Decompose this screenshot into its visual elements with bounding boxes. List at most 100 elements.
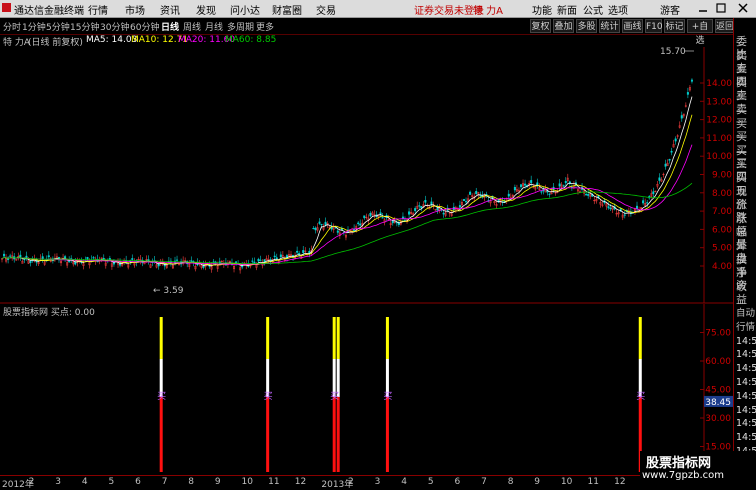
- draw-line-button[interactable]: 画线: [622, 19, 643, 33]
- date-label: 10: [241, 477, 253, 487]
- candle-body: [296, 250, 299, 253]
- indicator-tick-label: 75.00: [705, 329, 731, 339]
- menu-caifuquan[interactable]: 财富圈: [272, 2, 302, 17]
- date-label: 12: [614, 477, 626, 487]
- candle-body: [302, 250, 305, 253]
- candle-body: [68, 260, 71, 263]
- candle-body: [275, 257, 278, 260]
- candle-body: [585, 193, 588, 196]
- candle-body: [609, 207, 612, 210]
- candle-body: [257, 258, 260, 262]
- price-tick-label: 9.00: [712, 171, 732, 181]
- stats-button[interactable]: 统计: [599, 19, 620, 33]
- ma60-label: MA60: 8.85: [225, 35, 277, 45]
- date-label: 6: [135, 477, 141, 487]
- candle-body: [298, 253, 301, 255]
- period-30min[interactable]: 30分钟: [100, 20, 129, 33]
- back-button[interactable]: 返回: [715, 19, 735, 33]
- candle-body: [607, 206, 610, 209]
- tick-time-label: 自动: [736, 308, 756, 319]
- period-5min[interactable]: 5分钟: [46, 20, 70, 33]
- date-label: 4: [81, 477, 88, 487]
- menu-xuanxiang[interactable]: 选项: [608, 2, 628, 17]
- date-label: 7: [161, 477, 168, 487]
- indicator-tick-label: 45.00: [705, 386, 731, 396]
- signal-bar-top: [332, 317, 336, 359]
- candle-body: [562, 185, 565, 187]
- tick-time-label: 14:50: [736, 404, 756, 416]
- menu-hangqing[interactable]: 行情: [88, 2, 108, 17]
- candle-body: [47, 255, 50, 258]
- date-label: 3: [55, 477, 61, 487]
- watermark: 股票指标网 www.7gpzb.com: [640, 451, 756, 487]
- fuquan-button[interactable]: 复权: [530, 19, 551, 33]
- menu-bar: 通达信金融终端 行情 市场 资讯 发现 问小达 财富圈 交易 证券交易未登录 特…: [0, 0, 756, 18]
- candle-body: [176, 259, 179, 261]
- period-multi[interactable]: 多周期: [227, 20, 254, 33]
- candle-body: [318, 221, 321, 224]
- signal-bar-bottom: [332, 397, 336, 472]
- candle-body: [524, 183, 527, 186]
- price-tick-label: 4.00: [712, 262, 732, 272]
- date-label: 10: [560, 477, 573, 487]
- price-tick-label: 12.00: [706, 116, 732, 126]
- candle-body: [436, 207, 439, 211]
- maximize-icon[interactable]: [716, 3, 726, 13]
- menu-zixun[interactable]: 资讯: [160, 2, 180, 17]
- period-1min[interactable]: 1分钟: [22, 20, 46, 33]
- multi-stock-button[interactable]: 多股: [576, 19, 597, 33]
- candle-body: [458, 205, 461, 208]
- candle-body: [507, 193, 510, 197]
- candle-body: [64, 256, 67, 259]
- date-label: 2: [28, 477, 35, 487]
- menu-shichang[interactable]: 市场: [125, 2, 145, 17]
- candle-body: [558, 183, 561, 187]
- indicator-tick-label: 30.00: [705, 414, 731, 424]
- period-toolbar: 分时 1分钟 5分钟 15分钟 30分钟 60分钟 日线 周线 月线 多周期 更…: [0, 18, 756, 46]
- candle-body: [479, 195, 482, 197]
- menu-faxian[interactable]: 发现: [196, 2, 216, 17]
- tick-time-label: 行情: [736, 321, 756, 333]
- period-weekly[interactable]: 周线: [183, 20, 201, 33]
- menu-xinmian[interactable]: 新面: [557, 2, 577, 17]
- mark-button[interactable]: 标记: [664, 19, 685, 33]
- minimize-icon[interactable]: [698, 3, 708, 13]
- menu-jiaoyi[interactable]: 交易: [316, 2, 336, 17]
- candle-body: [324, 221, 327, 225]
- candle-body: [646, 202, 649, 204]
- overlay-button[interactable]: 叠加: [553, 19, 574, 33]
- period-15min[interactable]: 15分钟: [70, 20, 99, 33]
- signal-bar-bottom: [336, 397, 340, 472]
- period-more[interactable]: 更多: [256, 20, 274, 33]
- tick-time-label: 14:50: [736, 377, 756, 388]
- signal-bar-bottom: [385, 397, 389, 472]
- candle-body: [23, 259, 26, 261]
- period-fenshi[interactable]: 分时: [3, 20, 21, 33]
- candle-body: [442, 212, 445, 215]
- indicator-axis: 75.0060.0045.0030.0015.0038.45: [700, 329, 733, 453]
- app-logo-icon: [2, 3, 11, 12]
- period-daily[interactable]: 日线: [161, 20, 179, 33]
- menu-guest[interactable]: 游客: [660, 2, 680, 17]
- period-60min[interactable]: 60分钟: [130, 20, 159, 33]
- watermark-url: www.7gpzb.com: [642, 470, 724, 481]
- signal-bar-top: [266, 317, 270, 359]
- tick-time-label: 14:50: [736, 432, 756, 444]
- candle-body: [424, 200, 427, 203]
- menu-gongshi[interactable]: 公式: [583, 2, 603, 17]
- chart-area[interactable]: 14.00 13.00 12.00 11.00 10.00 9.00 8.00 7.00 6.0…: [0, 47, 733, 475]
- menu-gongneng[interactable]: 功能: [532, 2, 552, 17]
- candle-body: [430, 201, 433, 205]
- ma-info-line: 特 力A (日线 前复权) MA5: 14.03 MA10: 12.71 MA2…: [0, 35, 733, 48]
- candle-body: [587, 194, 590, 196]
- add-watchlist-button[interactable]: +自选: [687, 19, 713, 46]
- f10-button[interactable]: F10: [645, 19, 663, 33]
- signal-bar-top: [385, 317, 389, 359]
- quote-panel: 委比 卖五 卖四 卖三 卖二 卖一 买一 买二 买三 买四 买五 现价 涨跌 涨幅 总量 外盘 换手 净资 收益 自动…: [733, 18, 756, 470]
- candle-body: [690, 79, 693, 82]
- period-monthly[interactable]: 月线: [205, 20, 223, 33]
- candle-body: [420, 206, 423, 209]
- menu-wenxiaoda[interactable]: 问小达: [230, 2, 260, 17]
- ma5-label: MA5: 14.03: [86, 35, 138, 45]
- close-icon[interactable]: [738, 3, 748, 13]
